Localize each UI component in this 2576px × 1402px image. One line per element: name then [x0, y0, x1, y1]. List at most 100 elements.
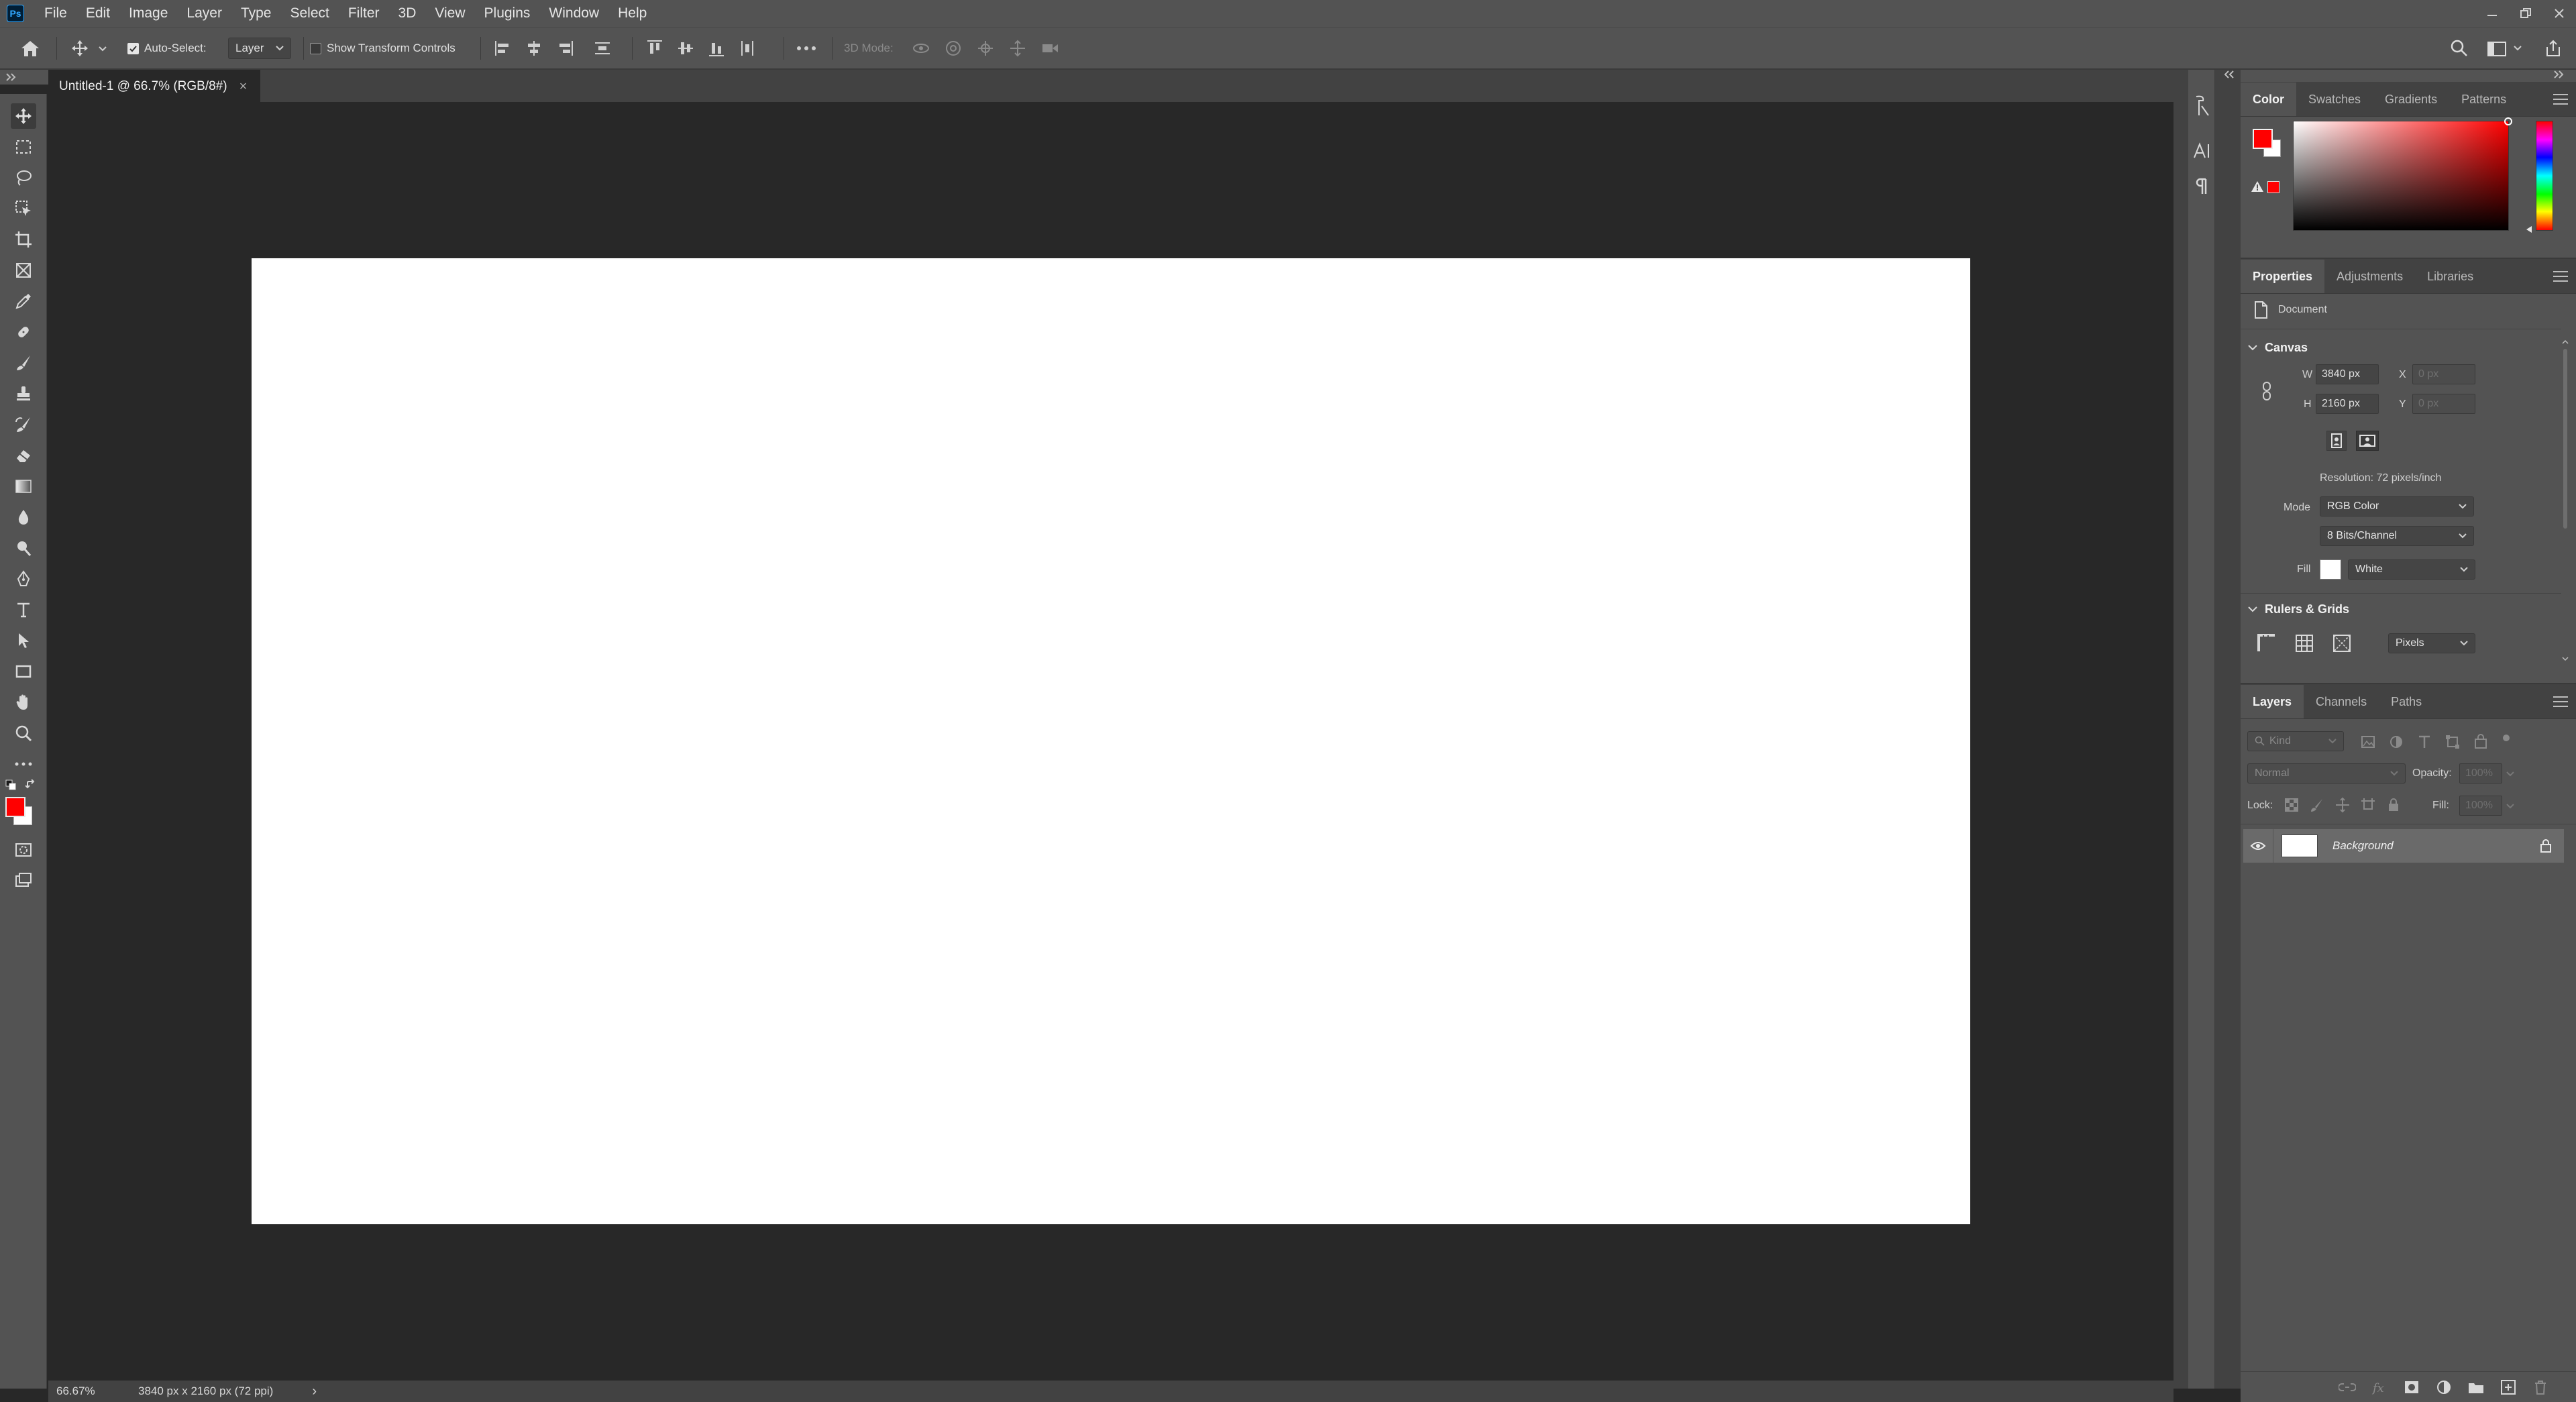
portrait-orientation-icon[interactable] — [2326, 431, 2347, 451]
share-icon[interactable] — [2544, 28, 2563, 69]
tab-properties[interactable]: Properties — [2241, 260, 2325, 293]
search-icon[interactable] — [2450, 28, 2469, 69]
menu-view[interactable]: View — [425, 0, 474, 27]
align-top-edges-icon[interactable] — [645, 39, 664, 58]
fill-opacity-input[interactable]: 100% — [2459, 796, 2502, 816]
document-tab[interactable]: Untitled-1 @ 66.7% (RGB/8#) × — [48, 70, 261, 102]
color-mode-dropdown[interactable]: RGB Color — [2320, 496, 2474, 517]
screen-mode-icon[interactable] — [11, 868, 36, 894]
quick-mask-mode-icon[interactable] — [11, 837, 36, 863]
tab-libraries[interactable]: Libraries — [2415, 260, 2485, 293]
orbit-3d-icon[interactable] — [911, 38, 931, 58]
bit-depth-dropdown[interactable]: 8 Bits/Channel — [2320, 526, 2474, 546]
paragraph-panel-icon[interactable] — [2194, 177, 2210, 196]
distribute-horizontal-icon[interactable] — [738, 39, 757, 58]
restore-icon[interactable] — [2509, 0, 2542, 27]
tab-channels[interactable]: Channels — [2304, 685, 2379, 718]
default-colors-icon[interactable] — [5, 779, 17, 792]
menu-type[interactable]: Type — [231, 0, 281, 27]
spot-healing-brush-tool-icon[interactable] — [11, 319, 36, 345]
layer-lock-icon[interactable] — [2540, 839, 2552, 853]
adjustment-layer-filter-icon[interactable] — [2388, 734, 2404, 750]
document-canvas[interactable] — [252, 258, 1970, 1224]
toolbar-collapse-strip[interactable] — [0, 70, 48, 85]
link-layers-icon[interactable] — [2339, 1379, 2356, 1396]
properties-panel-menu-icon[interactable] — [2553, 271, 2568, 285]
color-panel-menu-icon[interactable] — [2553, 94, 2568, 108]
canvas-width-input[interactable]: 3840 px — [2316, 364, 2379, 384]
lock-position-icon[interactable] — [2334, 797, 2351, 813]
double-chevron-left-icon[interactable] — [2220, 70, 2234, 79]
canvas-y-input[interactable]: 0 px — [2412, 394, 2475, 414]
layer-visibility-eye-icon[interactable] — [2243, 841, 2273, 851]
auto-select-target-dropdown[interactable]: Layer — [228, 38, 291, 59]
rectangular-marquee-tool-icon[interactable] — [11, 134, 36, 160]
close-icon[interactable] — [2542, 0, 2576, 27]
lock-all-icon[interactable] — [2385, 797, 2402, 813]
tab-layers[interactable]: Layers — [2241, 685, 2304, 718]
hue-slider[interactable] — [2536, 121, 2553, 231]
canvas-height-input[interactable]: 2160 px — [2316, 394, 2379, 414]
pen-tool-icon[interactable] — [11, 566, 36, 592]
brush-tool-icon[interactable] — [11, 350, 36, 376]
layer-thumbnail[interactable] — [2282, 834, 2318, 857]
eraser-tool-icon[interactable] — [11, 443, 36, 468]
more-options-icon[interactable] — [796, 28, 817, 69]
character-panel-icon[interactable] — [2192, 141, 2212, 161]
dodge-tool-icon[interactable] — [11, 535, 36, 561]
gradient-tool-icon[interactable] — [11, 474, 36, 499]
pixel-layer-filter-icon[interactable] — [2360, 734, 2376, 750]
eyedropper-tool-icon[interactable] — [11, 288, 36, 314]
minimize-icon[interactable] — [2475, 0, 2509, 27]
new-group-icon[interactable] — [2467, 1379, 2485, 1396]
layer-row[interactable]: Background — [2243, 829, 2564, 863]
zoom-tool-icon[interactable] — [11, 720, 36, 746]
filter-toggle-icon[interactable] — [2501, 734, 2512, 745]
gamut-swatch[interactable] — [2267, 181, 2279, 193]
opacity-chevron-down-icon[interactable] — [2506, 771, 2514, 777]
swap-colors-icon[interactable] — [25, 779, 38, 792]
history-brush-tool-icon[interactable] — [11, 412, 36, 437]
rulers-grids-section-header[interactable]: Rulers & Grids — [2247, 602, 2349, 616]
move-tool-icon[interactable] — [11, 103, 36, 129]
new-layer-icon[interactable] — [2500, 1379, 2517, 1396]
tab-swatches[interactable]: Swatches — [2296, 83, 2373, 116]
grid-toggle-icon[interactable] — [2294, 633, 2314, 653]
tab-gradients[interactable]: Gradients — [2373, 83, 2449, 116]
link-dimensions-icon[interactable] — [2261, 381, 2273, 401]
crop-tool-icon[interactable] — [11, 227, 36, 252]
clone-stamp-tool-icon[interactable] — [11, 381, 36, 407]
color-panel-foreground-swatch[interactable] — [2253, 129, 2273, 149]
scale-3d-camera-icon[interactable] — [1040, 38, 1060, 58]
menu-filter[interactable]: Filter — [339, 0, 389, 27]
roll-3d-icon[interactable] — [943, 38, 963, 58]
rectangle-tool-icon[interactable] — [11, 659, 36, 684]
lasso-tool-icon[interactable] — [11, 165, 36, 191]
hand-tool-icon[interactable] — [11, 690, 36, 715]
lock-transparent-pixels-icon[interactable] — [2284, 797, 2300, 813]
menu-3d[interactable]: 3D — [389, 0, 426, 27]
color-picker-handle[interactable] — [2504, 117, 2512, 125]
align-vertical-centers-icon[interactable] — [676, 39, 695, 58]
slide-3d-icon[interactable] — [1008, 38, 1028, 58]
add-layer-mask-icon[interactable] — [2403, 1379, 2420, 1396]
menu-edit[interactable]: Edit — [76, 0, 119, 27]
blend-mode-dropdown[interactable]: Normal — [2247, 763, 2406, 784]
align-left-edges-icon[interactable] — [494, 39, 513, 58]
canvas-workspace[interactable] — [48, 102, 2174, 1381]
edit-toolbar-icon[interactable] — [11, 751, 36, 777]
opacity-input[interactable]: 100% — [2459, 763, 2502, 784]
menu-layer[interactable]: Layer — [177, 0, 231, 27]
out-of-gamut-warning-icon[interactable] — [2250, 180, 2265, 193]
zoom-level[interactable]: 66.67% — [56, 1385, 137, 1398]
layer-name[interactable]: Background — [2332, 839, 2540, 853]
show-transform-controls-checkbox[interactable]: Show Transform Controls — [310, 28, 455, 69]
fill-opacity-chevron-down-icon[interactable] — [2506, 804, 2514, 809]
fill-color-swatch[interactable] — [2320, 559, 2341, 580]
foreground-color-swatch[interactable] — [5, 797, 25, 817]
lock-image-pixels-icon[interactable] — [2309, 797, 2325, 813]
new-adjustment-layer-icon[interactable] — [2435, 1379, 2453, 1396]
menu-image[interactable]: Image — [119, 0, 177, 27]
path-selection-tool-icon[interactable] — [11, 628, 36, 653]
object-selection-tool-icon[interactable] — [11, 196, 36, 221]
